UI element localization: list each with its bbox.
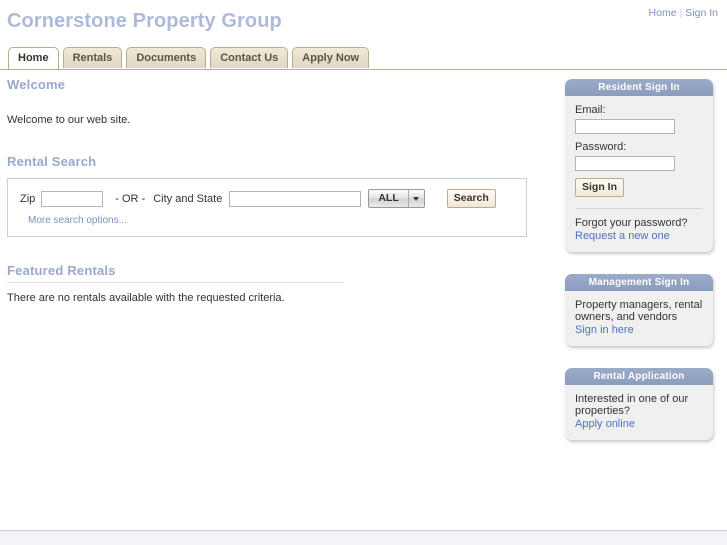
tab-contact-us-label: Contact Us xyxy=(220,52,279,64)
page-root: Cornerstone Property Group Home | Sign In … xyxy=(0,0,727,545)
panel-resident-sign-in-body: Email: Password: Sign In Forgot your pas… xyxy=(565,96,713,252)
panel-management-sign-in-body: Property managers, rental owners, and ve… xyxy=(565,291,713,346)
tab-contact-us[interactable]: Contact Us xyxy=(210,47,289,68)
main-content: Welcome Welcome to our web site. Rental … xyxy=(0,70,556,304)
password-field[interactable] xyxy=(575,156,675,171)
rental-search-box: Zip - OR - City and State ALL Search Mor… xyxy=(7,178,527,237)
panel-divider xyxy=(575,208,703,209)
rental-application-description: Interested in one of our properties? xyxy=(575,392,689,418)
city-state-input[interactable] xyxy=(229,190,362,207)
tab-rentals-label: Rentals xyxy=(72,52,113,64)
site-logo: Cornerstone Property Group xyxy=(7,10,282,32)
city-state-label: City and State xyxy=(153,192,223,205)
header-link-home[interactable]: Home xyxy=(649,7,677,19)
apply-online-link[interactable]: Apply online xyxy=(575,418,635,430)
request-new-password-link[interactable]: Request a new one xyxy=(575,230,670,242)
management-sign-in-link[interactable]: Sign in here xyxy=(575,324,634,336)
panel-management-sign-in-title: Management Sign In xyxy=(565,273,713,291)
more-search-options-link[interactable]: More search options... xyxy=(28,215,127,226)
header-link-separator: | xyxy=(679,7,683,19)
tab-documents[interactable]: Documents xyxy=(126,47,207,68)
panel-management-sign-in: Management Sign In Property managers, re… xyxy=(565,273,713,346)
featured-rentals-heading: Featured Rentals xyxy=(7,263,344,283)
or-separator-label: - OR - xyxy=(115,192,146,205)
welcome-heading: Welcome xyxy=(7,77,66,92)
search-button[interactable]: Search xyxy=(446,189,496,208)
zip-label: Zip xyxy=(20,192,36,205)
password-label: Password: xyxy=(575,141,627,153)
welcome-text: Welcome to our web site. xyxy=(7,114,131,126)
property-type-selected-value: ALL xyxy=(378,192,399,204)
zip-input[interactable] xyxy=(41,190,104,207)
site-footer xyxy=(0,530,727,545)
rental-search-row: Zip - OR - City and State ALL Search xyxy=(20,189,496,208)
header-links: Home | Sign In xyxy=(649,7,718,19)
email-label: Email: xyxy=(575,104,606,116)
tab-documents-label: Documents xyxy=(136,52,197,64)
main-nav-tabs: Home Rentals Documents Contact Us Apply … xyxy=(0,47,727,70)
resident-sign-in-button[interactable]: Sign In xyxy=(575,178,624,197)
panel-rental-application: Rental Application Interested in one of … xyxy=(565,367,713,440)
panel-resident-sign-in-title: Resident Sign In xyxy=(565,79,713,96)
panel-rental-application-title: Rental Application xyxy=(565,367,713,385)
featured-rentals-empty-message: There are no rentals available with the … xyxy=(7,292,285,304)
sidebar: Resident Sign In Email: Password: Sign I… xyxy=(565,79,713,462)
email-field[interactable] xyxy=(575,119,675,134)
management-description: Property managers, rental owners, and ve… xyxy=(575,298,703,324)
tab-home[interactable]: Home xyxy=(8,47,59,69)
chevron-down-icon[interactable] xyxy=(407,190,424,207)
site-header: Cornerstone Property Group Home | Sign In xyxy=(0,0,727,44)
forgot-password-text: Forgot your password? xyxy=(575,217,688,229)
panel-resident-sign-in: Resident Sign In Email: Password: Sign I… xyxy=(565,79,713,252)
tab-apply-now-label: Apply Now xyxy=(302,52,360,64)
header-link-sign-in[interactable]: Sign In xyxy=(685,7,718,19)
tab-home-label: Home xyxy=(18,52,49,64)
panel-rental-application-body: Interested in one of our properties? App… xyxy=(565,385,713,440)
tab-rentals[interactable]: Rentals xyxy=(62,47,123,68)
rental-search-heading: Rental Search xyxy=(7,154,97,169)
tab-apply-now[interactable]: Apply Now xyxy=(292,47,370,68)
property-type-select[interactable]: ALL xyxy=(368,189,425,208)
